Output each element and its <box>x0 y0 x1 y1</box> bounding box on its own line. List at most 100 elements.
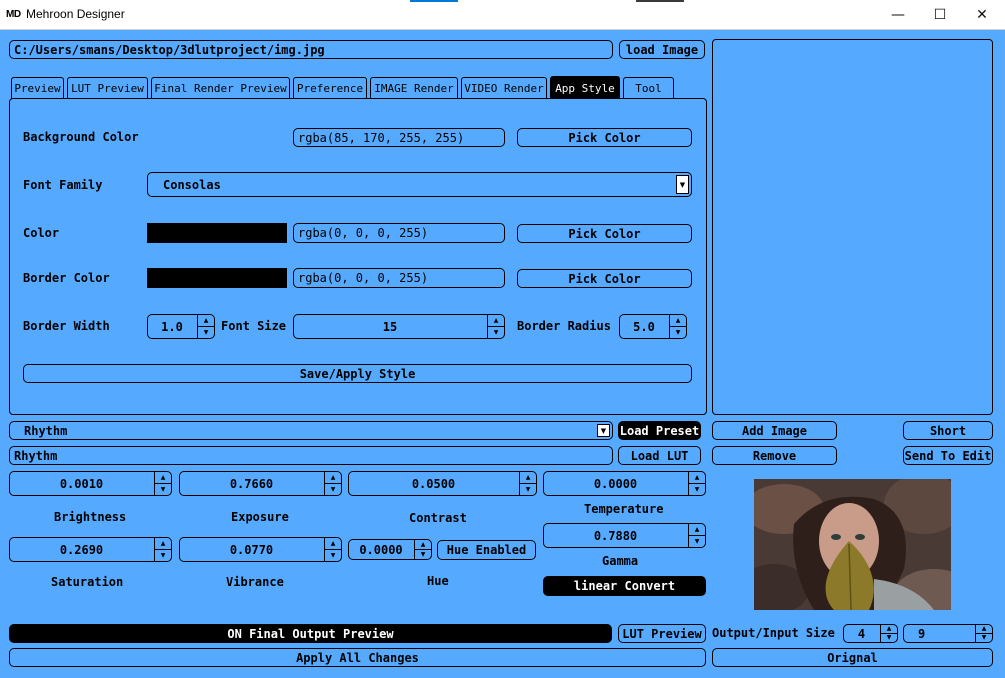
font-size-spinbox[interactable]: 15 ▲ ▼ <box>293 314 505 339</box>
spin-down-icon[interactable]: ▼ <box>488 327 504 339</box>
spin-down-icon[interactable]: ▼ <box>198 327 214 339</box>
output-size-spinbox[interactable]: 4 ▲ ▼ <box>843 624 898 643</box>
spin-down-icon[interactable]: ▼ <box>520 484 536 496</box>
font-family-select[interactable]: Consolas ▼ <box>147 172 692 197</box>
tab-video-render[interactable]: VIDEO Render <box>461 77 547 99</box>
tab-preview[interactable]: Preview <box>11 77 64 99</box>
spin-up-icon[interactable]: ▲ <box>488 315 504 327</box>
image-path-input[interactable]: C:/Users/smans/Desktop/3dlutproject/img.… <box>9 40 613 59</box>
exposure-spinbox[interactable]: 0.7660 ▲ ▼ <box>179 471 342 496</box>
contrast-spinbox[interactable]: 0.0500 ▲ ▼ <box>348 471 537 496</box>
tab-preference[interactable]: Preference <box>293 77 367 99</box>
spin-up-icon[interactable]: ▲ <box>976 625 992 634</box>
chevron-down-icon[interactable]: ▼ <box>597 424 610 437</box>
hue-enabled-button[interactable]: Hue Enabled <box>437 540 536 560</box>
vibrance-spinbox[interactable]: 0.0770 ▲ ▼ <box>179 537 342 562</box>
temperature-spinbox[interactable]: 0.0000 ▲ ▼ <box>543 471 706 496</box>
contrast-label: Contrast <box>409 511 467 525</box>
color-label: Color <box>23 226 60 240</box>
gamma-value: 0.7880 <box>593 528 638 543</box>
orignal-button[interactable]: Orignal <box>712 648 993 667</box>
background-color-input[interactable]: rgba(85, 170, 255, 255) <box>293 128 505 147</box>
spin-up-icon[interactable]: ▲ <box>155 472 171 484</box>
spin-down-icon[interactable]: ▼ <box>881 634 897 643</box>
border-color-swatch <box>147 268 287 288</box>
tab-tool[interactable]: Tool <box>623 77 674 99</box>
spin-down-icon[interactable]: ▼ <box>155 550 171 562</box>
minimize-button[interactable]: — <box>875 0 921 30</box>
apply-all-changes-button[interactable]: Apply All Changes <box>9 648 706 667</box>
vibrance-value: 0.0770 <box>229 542 274 557</box>
border-pick-color-button[interactable]: Pick Color <box>517 269 692 288</box>
image-list-panel[interactable] <box>712 39 993 415</box>
brightness-spinbox[interactable]: 0.0010 ▲ ▼ <box>9 471 172 496</box>
spin-up-icon[interactable]: ▲ <box>415 540 431 550</box>
lut-name-input[interactable]: Rhythm <box>9 446 613 465</box>
spin-up-icon[interactable]: ▲ <box>155 538 171 550</box>
load-lut-button[interactable]: Load LUT <box>618 446 701 465</box>
output-size-value: 4 <box>857 626 866 641</box>
spin-up-icon[interactable]: ▲ <box>670 315 686 327</box>
spin-down-icon[interactable]: ▼ <box>325 550 341 562</box>
saturation-spinbox[interactable]: 0.2690 ▲ ▼ <box>9 537 172 562</box>
tab-lut-preview[interactable]: LUT Preview <box>67 77 148 99</box>
input-size-spinbox[interactable]: 9 ▲ ▼ <box>903 624 993 643</box>
tab-image-render[interactable]: IMAGE Render <box>370 77 458 99</box>
border-width-spinbox[interactable]: 1.0 ▲ ▼ <box>147 314 215 339</box>
spin-up-icon[interactable]: ▲ <box>198 315 214 327</box>
add-image-button[interactable]: Add Image <box>712 421 837 440</box>
border-radius-spinbox[interactable]: 5.0 ▲ ▼ <box>619 314 687 339</box>
spin-up-icon[interactable]: ▲ <box>520 472 536 484</box>
gamma-spinbox[interactable]: 0.7880 ▲ ▼ <box>543 523 706 548</box>
spin-down-icon[interactable]: ▼ <box>689 536 705 548</box>
background-pick-color-button[interactable]: Pick Color <box>517 128 692 147</box>
load-image-button[interactable]: load Image <box>619 40 705 59</box>
input-size-value: 9 <box>918 626 926 641</box>
saturation-value: 0.2690 <box>59 542 104 557</box>
chevron-down-icon[interactable]: ▼ <box>676 175 689 194</box>
preview-thumbnail <box>754 479 951 610</box>
spin-down-icon[interactable]: ▼ <box>415 550 431 560</box>
color-swatch <box>147 223 287 243</box>
save-apply-style-button[interactable]: Save/Apply Style <box>23 364 692 383</box>
spin-up-icon[interactable]: ▲ <box>325 472 341 484</box>
spin-down-icon[interactable]: ▼ <box>325 484 341 496</box>
linear-convert-button[interactable]: linear Convert <box>543 576 706 596</box>
temperature-value: 0.0000 <box>593 476 638 491</box>
gamma-label: Gamma <box>602 554 639 568</box>
border-color-input[interactable]: rgba(0, 0, 0, 255) <box>293 268 505 288</box>
spin-down-icon[interactable]: ▼ <box>155 484 171 496</box>
vibrance-label: Vibrance <box>226 575 284 589</box>
spin-up-icon[interactable]: ▲ <box>881 625 897 634</box>
font-family-label: Font Family <box>23 178 103 192</box>
hue-spinbox[interactable]: 0.0000 ▲ ▼ <box>348 539 432 560</box>
spin-down-icon[interactable]: ▼ <box>976 634 992 643</box>
final-output-preview-toggle[interactable]: ON Final Output Preview <box>9 624 612 643</box>
color-input[interactable]: rgba(0, 0, 0, 255) <box>293 223 505 243</box>
tab-final-render-preview[interactable]: Final Render Preview <box>151 77 290 99</box>
spin-down-icon[interactable]: ▼ <box>670 327 686 339</box>
send-to-edit-button[interactable]: Send To Edit <box>903 446 993 465</box>
border-radius-label: Border Radius <box>517 319 611 333</box>
app-logo: MD <box>6 9 21 20</box>
border-width-label: Border Width <box>23 319 110 333</box>
window-title: Mehroon Designer <box>26 7 125 21</box>
font-size-value: 15 <box>382 319 398 334</box>
lut-preview-button[interactable]: LUT Preview <box>618 624 706 643</box>
load-preset-button[interactable]: Load Preset <box>618 421 701 440</box>
border-radius-value: 5.0 <box>633 319 655 334</box>
spin-up-icon[interactable]: ▲ <box>689 524 705 536</box>
preview-image <box>754 479 951 610</box>
color-pick-color-button[interactable]: Pick Color <box>517 224 692 243</box>
exposure-label: Exposure <box>231 510 289 524</box>
close-button[interactable]: ✕ <box>959 0 1005 30</box>
maximize-button[interactable]: ☐ <box>917 0 963 30</box>
font-family-value: Consolas <box>163 177 221 192</box>
spin-down-icon[interactable]: ▼ <box>689 484 705 496</box>
tab-app-style[interactable]: App Style <box>550 76 620 99</box>
remove-button[interactable]: Remove <box>712 446 837 465</box>
spin-up-icon[interactable]: ▲ <box>325 538 341 550</box>
short-button[interactable]: Short <box>903 421 993 440</box>
spin-up-icon[interactable]: ▲ <box>689 472 705 484</box>
preset-select[interactable]: Rhythm ▼ <box>9 421 613 440</box>
